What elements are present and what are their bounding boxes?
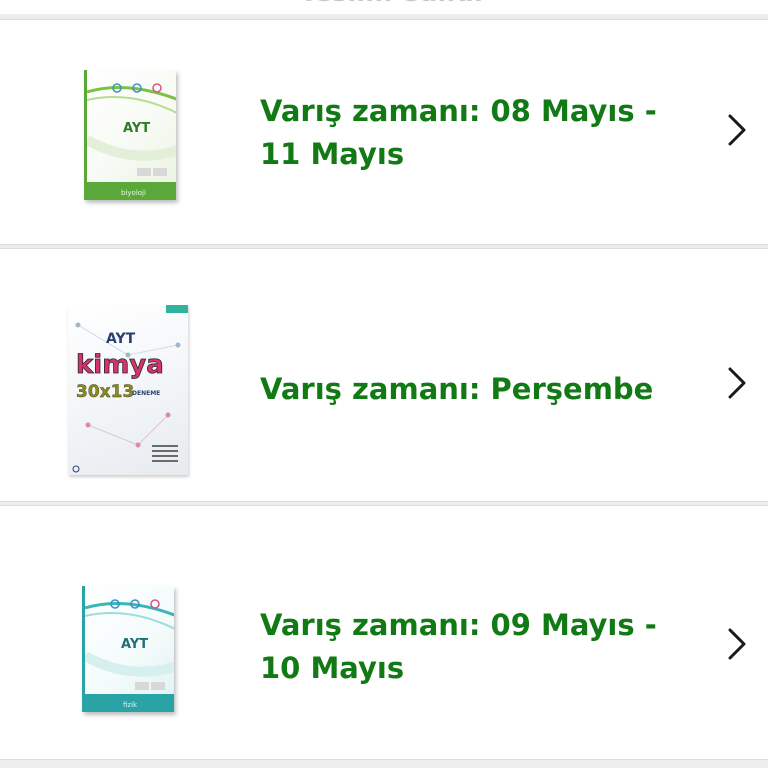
product-thumbnail: AYT fizik [82,586,174,712]
book-cover-art: AYT kimya 30x13 DENEME [72,305,188,473]
cover-title: AYT [123,121,150,136]
header-cut-text: Teslim edildi [300,0,483,8]
chevron-right-icon [728,114,746,146]
cover-title: AYT [121,637,148,652]
order-list: AYT biyoloji Varış zamanı: 08 Mayıs - 11… [0,19,768,760]
book-cover-art: AYT biyoloji [87,83,176,200]
chevron-right-icon [728,367,746,399]
order-card[interactable]: AYT fizik Varış zamanı: 09 Mayıs - 10 Ma… [0,505,768,760]
cover-word: kimya [76,350,164,380]
book-cover-art: AYT fizik [85,599,174,712]
delivery-time: Varış zamanı: Perşembe [260,372,654,406]
cover-title: AYT [106,331,136,347]
product-thumbnail: AYT biyoloji [84,70,176,200]
cover-count: 30x13 [76,382,134,402]
order-card[interactable]: AYT biyoloji Varış zamanı: 08 Mayıs - 11… [0,19,768,245]
cover-subtitle: fizik [123,701,138,709]
header-strip: Teslim edildi [0,0,768,14]
cover-caption: DENEME [132,390,160,397]
order-card[interactable]: AYT kimya 30x13 DENEME Varış zamanı: Per… [0,248,768,502]
product-thumbnail: AYT kimya 30x13 DENEME [68,305,188,475]
cover-subtitle: biyoloji [121,189,146,197]
delivery-time: Varış zamanı: 08 Mayıs - 11 Mayıs [260,94,657,171]
delivery-time: Varış zamanı: 09 Mayıs - 10 Mayıs [260,608,657,685]
chevron-right-icon [728,628,746,660]
